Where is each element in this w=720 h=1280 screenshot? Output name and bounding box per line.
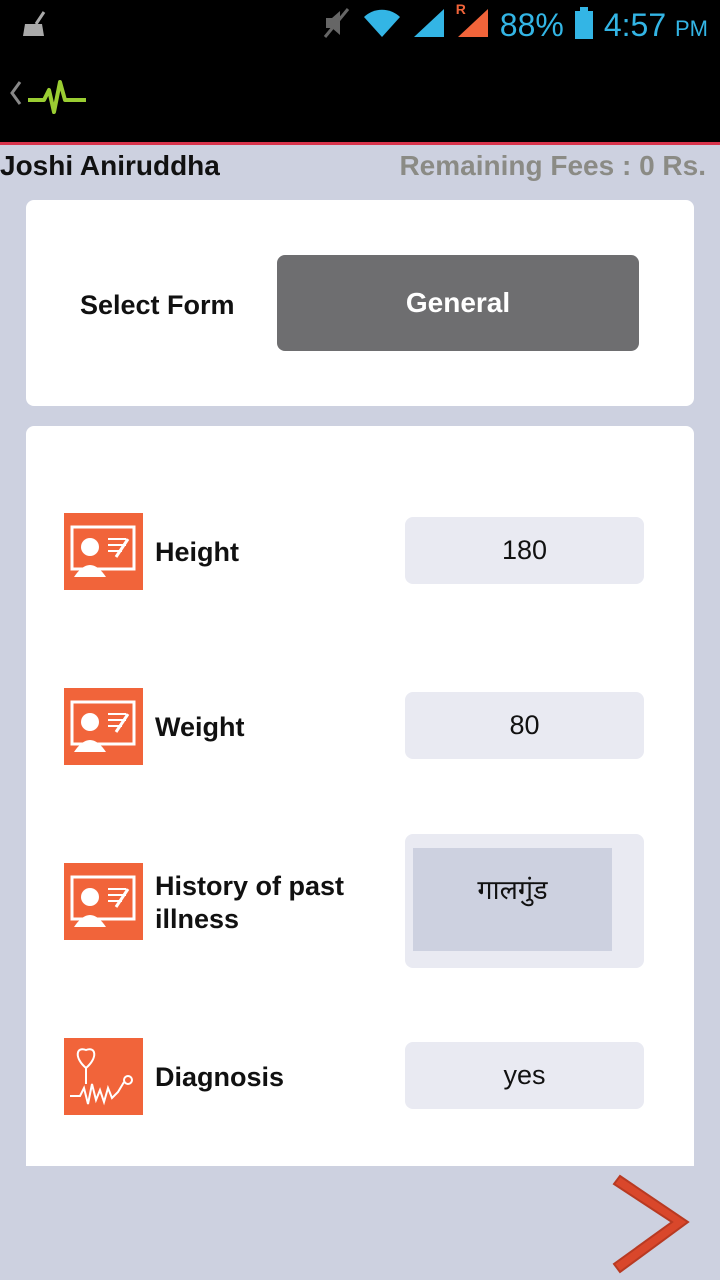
clock-ampm: PM	[675, 15, 708, 41]
form-select-button[interactable]: General	[277, 255, 639, 351]
patient-record-icon	[64, 513, 143, 590]
next-arrow-icon[interactable]	[612, 1174, 692, 1279]
history-label-line1: History of past	[155, 871, 345, 901]
patient-record-icon	[64, 863, 143, 940]
app-bar	[0, 50, 720, 145]
heartbeat-icon[interactable]	[28, 78, 86, 123]
heart-stethoscope-icon	[64, 1038, 143, 1115]
diagnosis-input[interactable]: yes	[405, 1042, 644, 1109]
battery-percent: 88%	[499, 6, 564, 43]
remaining-fees: Remaining Fees : 0 Rs.	[399, 150, 706, 181]
chevron-left-icon[interactable]	[8, 80, 22, 111]
roaming-badge: R	[455, 0, 466, 17]
wifi-icon	[362, 7, 402, 44]
select-form-label: Select Form	[80, 290, 235, 320]
history-input-container: गालगुंड	[405, 834, 644, 968]
fields-card: Height 180 Weight 80 History of past ill…	[26, 426, 694, 1166]
history-input[interactable]: गालगुंड	[413, 848, 612, 951]
clock-time: 4:57	[603, 6, 667, 43]
history-label-line2: illness	[155, 904, 240, 934]
cleaner-icon	[22, 10, 48, 43]
battery-icon	[574, 6, 594, 44]
weight-label: Weight	[155, 712, 245, 742]
diagnosis-label: Diagnosis	[155, 1062, 285, 1092]
weight-input[interactable]: 80	[405, 692, 644, 759]
patient-record-icon	[64, 688, 143, 765]
status-bar: R 88% 4:57 PM	[0, 0, 720, 50]
history-label: History of past illness	[155, 870, 344, 936]
roaming-signal-icon: R	[456, 1, 490, 44]
signal-icon	[412, 7, 446, 44]
mute-icon	[322, 6, 352, 45]
height-input[interactable]: 180	[405, 517, 644, 584]
patient-name: Joshi Aniruddha	[0, 150, 220, 181]
clock: 4:57 PM	[604, 7, 708, 44]
form-selector-card: Select Form General	[26, 200, 694, 406]
height-label: Height	[155, 537, 239, 567]
